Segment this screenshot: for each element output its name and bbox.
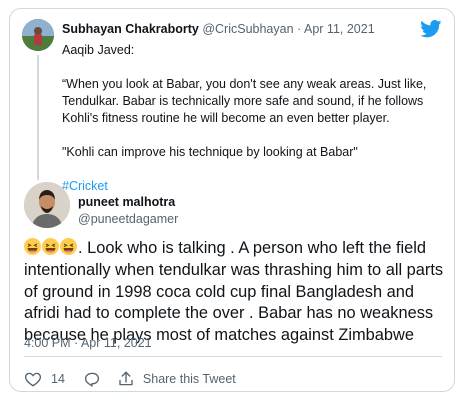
hashtag-link[interactable]: #Cricket	[62, 178, 447, 195]
divider	[24, 356, 442, 357]
parent-header: Subhayan Chakraborty @CricSubhayan · Apr…	[62, 22, 375, 36]
grinning-squinting-face-emoji	[60, 238, 77, 255]
parent-date[interactable]: Apr 11, 2021	[304, 22, 375, 36]
parent-gap	[62, 127, 447, 144]
heart-icon	[24, 372, 42, 387]
grinning-squinting-face-emoji	[42, 238, 59, 255]
reply-bubble-icon	[84, 372, 99, 387]
action-bar: 14 Share this Tweet	[24, 368, 236, 390]
share-label: Share this Tweet	[142, 372, 236, 386]
parent-gap	[62, 59, 447, 76]
parent-gap	[62, 161, 447, 178]
parent-line: “When you look at Babar, you don't see a…	[62, 77, 427, 125]
parent-avatar[interactable]	[22, 19, 54, 51]
parent-line: "Kohli can improve his technique by look…	[62, 145, 358, 159]
thread-line	[37, 55, 39, 180]
grinning-squinting-face-emoji	[24, 238, 41, 255]
parent-author-name[interactable]: Subhayan Chakraborty	[62, 22, 199, 36]
reply-author-name[interactable]: puneet malhotra	[78, 195, 175, 209]
tweet-card: Subhayan Chakraborty @CricSubhayan · Apr…	[9, 8, 455, 392]
twitter-bird-icon[interactable]	[420, 20, 442, 38]
reply-text: . Look who is talking . A person who lef…	[24, 238, 450, 347]
share-button[interactable]: Share this Tweet	[117, 370, 236, 388]
reply-handle[interactable]: @puneetdagamer	[78, 212, 178, 226]
reply-button[interactable]	[83, 370, 101, 388]
reply-timestamp[interactable]: 4:00 PM · Apr 11, 2021	[24, 336, 152, 350]
like-count: 14	[51, 372, 65, 386]
share-icon	[119, 371, 133, 386]
reply-text-body: . Look who is talking . A person who lef…	[24, 239, 444, 345]
parent-line: Aaqib Javed:	[62, 43, 135, 57]
parent-separator: ·	[297, 22, 302, 36]
like-button[interactable]: 14	[24, 370, 83, 388]
parent-body: Aaqib Javed: “When you look at Babar, yo…	[62, 42, 447, 195]
parent-handle[interactable]: @CricSubhayan	[202, 22, 293, 36]
reply-avatar[interactable]	[24, 182, 70, 228]
parent-tweet[interactable]: Subhayan Chakraborty @CricSubhayan · Apr…	[10, 9, 454, 193]
